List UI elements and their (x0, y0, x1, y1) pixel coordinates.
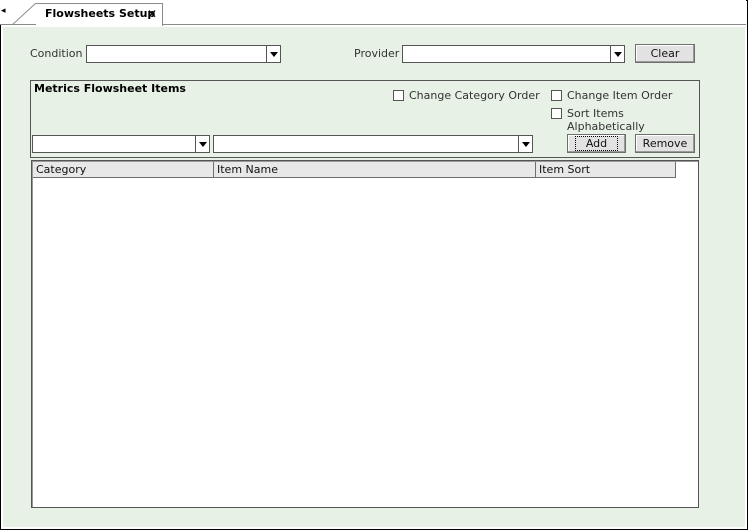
column-header-category[interactable]: Category (33, 162, 214, 178)
chevron-down-icon[interactable] (610, 46, 624, 62)
column-header-item-name[interactable]: Item Name (214, 162, 536, 178)
condition-dropdown[interactable] (86, 45, 281, 63)
tab-label: Flowsheets Setup (45, 7, 156, 20)
flowsheets-setup-panel: Condition Provider Clear Metrics Flowshe… (3, 27, 745, 527)
remove-button[interactable]: Remove (635, 134, 695, 153)
add-button[interactable]: Add (567, 134, 626, 153)
provider-label: Provider (354, 47, 400, 60)
close-icon[interactable]: ✕ (147, 7, 157, 21)
chevron-down-icon[interactable] (266, 46, 280, 62)
tab-edge (12, 3, 37, 25)
chevron-down-icon[interactable] (518, 136, 532, 152)
category-dropdown[interactable] (32, 135, 210, 153)
add-button-label: Add (574, 136, 619, 151)
change-category-order-checkbox[interactable] (393, 90, 404, 101)
tab-flowsheets-setup[interactable]: Flowsheets Setup ✕ (36, 3, 163, 26)
sort-alphabetically-checkbox[interactable] (551, 108, 562, 119)
metrics-flowsheet-items-group: Metrics Flowsheet Items Change Category … (30, 80, 700, 158)
condition-label: Condition (30, 47, 83, 60)
change-item-order-checkbox[interactable] (551, 90, 562, 101)
provider-dropdown[interactable] (402, 45, 625, 63)
tab-strip: ◂ Flowsheets Setup ✕ (0, 0, 746, 26)
flowsheet-items-grid[interactable]: Category Item Name Item Sort (31, 160, 699, 508)
change-item-order-label: Change Item Order (567, 89, 673, 102)
tab-scroll-left-icon[interactable]: ◂ (1, 4, 9, 18)
chevron-down-icon[interactable] (195, 136, 209, 152)
sort-alphabetically-label: Sort Items Alphabetically (567, 107, 645, 133)
group-title: Metrics Flowsheet Items (34, 82, 186, 95)
change-category-order-label: Change Category Order (409, 89, 540, 102)
column-header-item-sort[interactable]: Item Sort (536, 162, 676, 178)
item-dropdown[interactable] (213, 135, 533, 153)
clear-button[interactable]: Clear (635, 44, 695, 63)
